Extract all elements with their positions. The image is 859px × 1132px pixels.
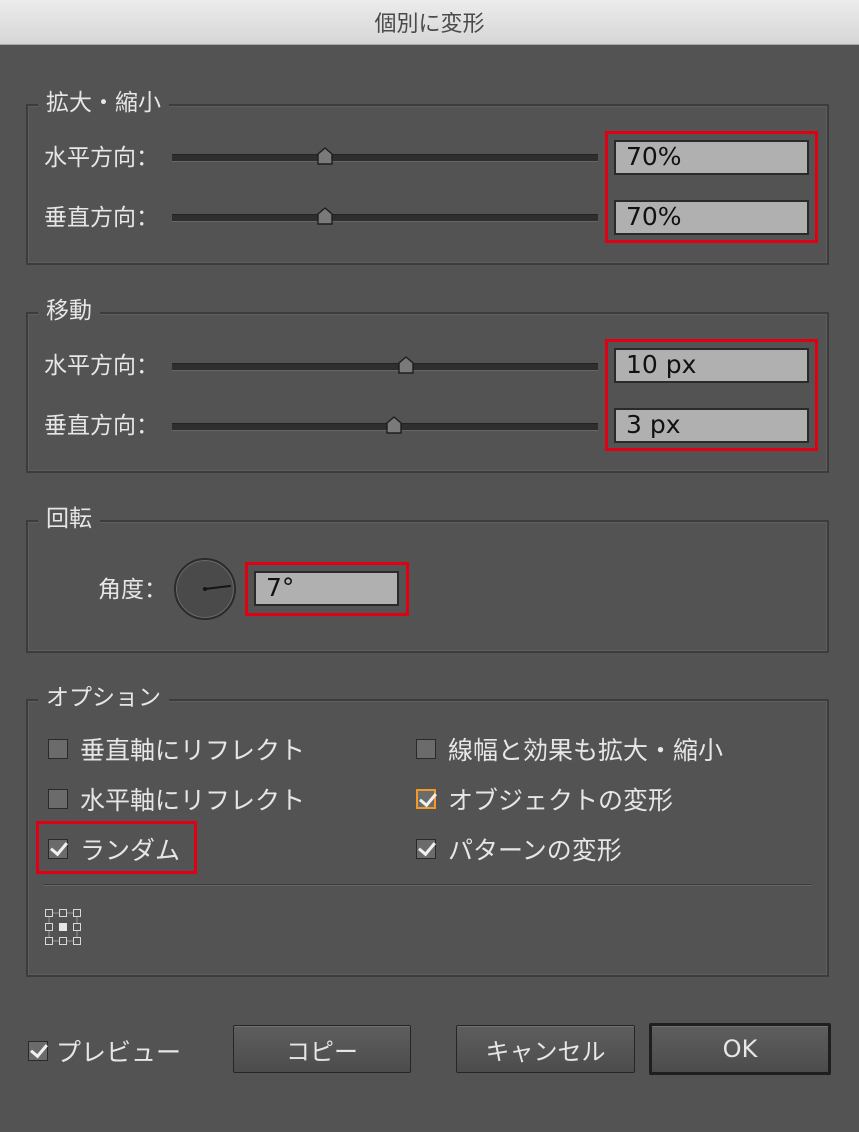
move-horizontal-slider[interactable] (172, 363, 598, 371)
slider-thumb-icon[interactable] (317, 147, 334, 165)
checkbox-icon[interactable] (48, 739, 68, 759)
slider-thumb-icon[interactable] (317, 207, 334, 225)
checkbox-icon[interactable] (416, 789, 436, 809)
scale-horizontal-slider[interactable] (172, 154, 598, 162)
random-highlight-box (36, 821, 197, 874)
reference-point-icon[interactable] (44, 908, 82, 946)
reflect-horizontal-label: 水平軸にリフレクト (80, 786, 306, 815)
window-title: 個別に変形 (374, 12, 485, 37)
options-legend: オプション (38, 683, 169, 713)
scale-vertical-label: 垂直方向： (44, 205, 159, 231)
scale-vertical-slider[interactable] (172, 214, 598, 222)
checkbox-icon[interactable] (416, 839, 436, 859)
reflect-vertical-option[interactable]: 垂直軸にリフレクト (48, 731, 305, 767)
rotate-highlight-box (245, 562, 409, 616)
options-divider (44, 884, 811, 886)
scale-horizontal-label: 水平方向： (44, 145, 159, 171)
move-legend: 移動 (38, 296, 100, 326)
transform-objects-option[interactable]: オブジェクトの変形 (416, 781, 673, 817)
reflect-vertical-label: 垂直軸にリフレクト (80, 736, 306, 765)
slider-thumb-icon[interactable] (385, 416, 402, 434)
scale-legend: 拡大・縮小 (38, 88, 169, 118)
transform-patterns-label: パターンの変形 (448, 836, 622, 865)
move-horizontal-label: 水平方向： (44, 353, 159, 379)
scale-highlight-box (605, 131, 818, 243)
move-highlight-box (605, 339, 818, 451)
copy-button[interactable]: コピー (233, 1025, 411, 1073)
preview-option[interactable]: プレビュー (28, 1033, 181, 1069)
angle-dial-icon[interactable] (174, 558, 236, 620)
transform-patterns-option[interactable]: パターンの変形 (416, 831, 622, 867)
preview-label: プレビュー (56, 1038, 182, 1067)
rotate-legend: 回転 (38, 504, 100, 534)
checkbox-icon[interactable] (416, 739, 436, 759)
rotate-angle-label: 角度： (98, 577, 167, 603)
slider-thumb-icon[interactable] (398, 356, 414, 374)
ok-button[interactable]: OK (649, 1023, 831, 1075)
move-vertical-label: 垂直方向： (44, 413, 159, 439)
checkbox-icon[interactable] (48, 789, 68, 809)
scale-strokes-option[interactable]: 線幅と効果も拡大・縮小 (416, 731, 723, 767)
checkbox-icon[interactable] (28, 1041, 48, 1061)
scale-strokes-label: 線幅と効果も拡大・縮小 (448, 736, 724, 765)
cancel-button[interactable]: キャンセル (456, 1025, 635, 1073)
reflect-horizontal-option[interactable]: 水平軸にリフレクト (48, 781, 305, 817)
transform-objects-label: オブジェクトの変形 (448, 786, 674, 815)
window-title-bar: 個別に変形 (0, 0, 859, 45)
